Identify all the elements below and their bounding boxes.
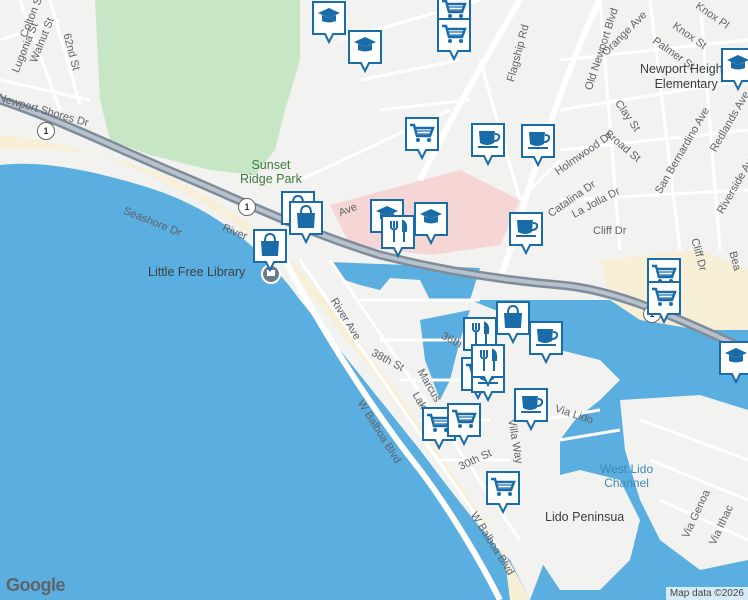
map-canvas[interactable]: Sunset Ridge Park Newport Heights Elemen… — [0, 0, 748, 600]
poi-pin-shopping-bag[interactable] — [288, 200, 324, 244]
coffee-cup-icon — [521, 124, 555, 167]
poi-pin-school[interactable] — [347, 29, 383, 73]
shopping-bag-icon — [496, 301, 530, 344]
school-icon — [312, 1, 346, 44]
google-logo: Google — [6, 575, 66, 595]
poi-pin-coffee-cup[interactable] — [520, 123, 556, 167]
restaurant-icon — [471, 344, 505, 387]
cliff-dr-label: Cliff Dr — [593, 225, 627, 237]
map-base-layer — [0, 0, 748, 600]
west-lido-channel-label: West Lido Channel — [600, 462, 654, 490]
map-attribution[interactable]: Map data ©2026 — [665, 587, 748, 600]
coffee-cup-icon — [514, 388, 548, 431]
coffee-cup-icon — [529, 321, 563, 364]
highway-1-shield: 1 — [238, 198, 256, 216]
poi-pin-shopping-cart[interactable] — [436, 17, 472, 61]
coffee-cup-icon — [509, 212, 543, 255]
poi-pin-restaurant[interactable] — [380, 214, 416, 258]
shopping-cart-icon — [405, 117, 439, 160]
school-icon — [414, 202, 448, 245]
shopping-cart-icon — [447, 403, 481, 446]
poi-pin-school[interactable] — [718, 340, 748, 384]
school-icon — [721, 48, 748, 91]
coffee-cup-icon — [471, 123, 505, 166]
shopping-cart-icon — [437, 18, 471, 61]
poi-pin-restaurant[interactable] — [470, 343, 506, 387]
poi-pin-shopping-cart[interactable] — [646, 280, 682, 324]
poi-pin-school[interactable] — [311, 0, 347, 44]
highway-1-shield: 1 — [37, 122, 55, 140]
poi-pin-shopping-cart[interactable] — [404, 116, 440, 160]
poi-pin-shopping-cart[interactable] — [485, 470, 521, 514]
school-icon — [348, 30, 382, 73]
school-icon — [719, 341, 748, 384]
poi-pin-coffee-cup[interactable] — [528, 320, 564, 364]
poi-pin-school[interactable] — [720, 47, 748, 91]
poi-pin-shopping-cart[interactable] — [446, 402, 482, 446]
poi-pin-shopping-bag[interactable] — [495, 300, 531, 344]
shopping-cart-icon — [647, 281, 681, 324]
poi-pin-shopping-bag[interactable] — [252, 228, 288, 272]
poi-pin-coffee-cup[interactable] — [470, 122, 506, 166]
poi-pin-school[interactable] — [413, 201, 449, 245]
shopping-bag-icon — [253, 229, 287, 272]
sunset-ridge-park-label: Sunset Ridge Park — [240, 158, 302, 186]
poi-pin-coffee-cup[interactable] — [513, 387, 549, 431]
shopping-cart-icon — [486, 471, 520, 514]
poi-pin-coffee-cup[interactable] — [508, 211, 544, 255]
shopping-bag-icon — [289, 201, 323, 244]
restaurant-icon — [381, 215, 415, 258]
little-free-library-label: Little Free Library — [148, 265, 246, 279]
lido-peninsula-label: Lido Peninsua — [545, 510, 625, 524]
